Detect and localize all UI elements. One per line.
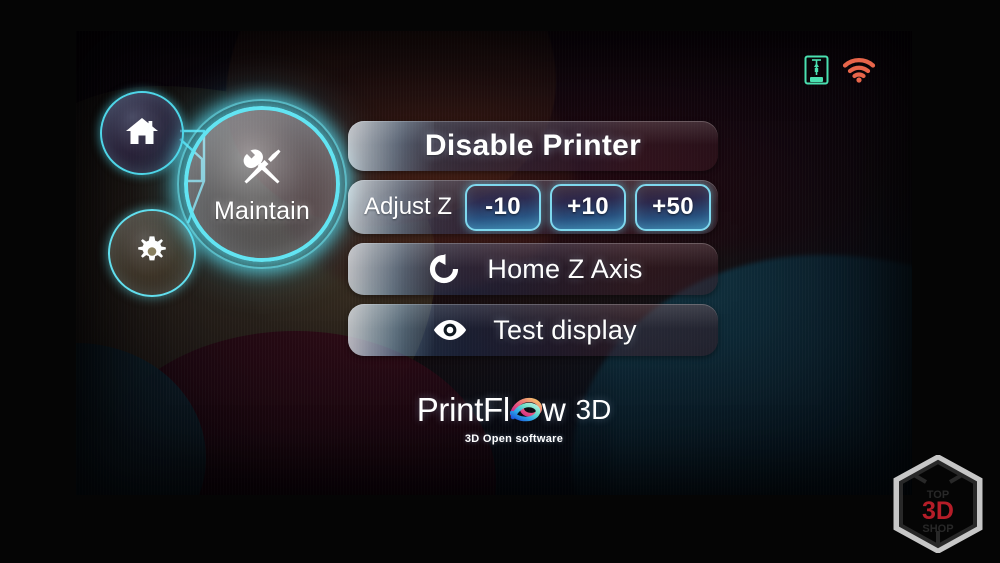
brand-logo: PrintFl w 3D 3D Open software bbox=[96, 391, 912, 445]
z-plus-50-button[interactable]: +50 bbox=[635, 183, 712, 231]
test-display-label: Test display bbox=[493, 314, 637, 345]
brand-wordmark: PrintFl w 3D bbox=[417, 391, 612, 429]
home-z-axis-button[interactable]: Home Z Axis bbox=[348, 243, 718, 295]
brand-name-part2: w bbox=[541, 391, 566, 428]
printer-status-icon[interactable] bbox=[804, 55, 829, 85]
home-icon bbox=[125, 115, 159, 152]
brand-tagline: 3D Open software bbox=[464, 433, 564, 445]
sidebar-item-settings[interactable] bbox=[108, 209, 196, 297]
maintain-label: Maintain bbox=[213, 197, 311, 225]
wifi-icon[interactable] bbox=[842, 57, 876, 83]
tools-icon bbox=[238, 142, 286, 195]
disable-printer-label: Disable Printer bbox=[424, 129, 642, 162]
brand-swirl-icon bbox=[509, 397, 543, 423]
touchscreen-display: Maintain Disable Printer Adjust Z -10 +1… bbox=[76, 31, 912, 495]
brand-name-part1: PrintFl bbox=[416, 391, 511, 428]
screenshot-root: Maintain Disable Printer Adjust Z -10 +1… bbox=[0, 0, 1000, 563]
adjust-z-row: Adjust Z -10 +10 +50 bbox=[348, 180, 718, 234]
sidebar-item-home[interactable] bbox=[100, 91, 184, 175]
disable-printer-button[interactable]: Disable Printer bbox=[348, 121, 718, 171]
adjust-z-label: Adjust Z bbox=[364, 193, 453, 220]
maintain-menu: Disable Printer Adjust Z -10 +10 +50 Hom… bbox=[348, 121, 718, 356]
home-z-axis-label: Home Z Axis bbox=[487, 253, 643, 284]
gear-icon bbox=[135, 234, 169, 273]
eye-icon bbox=[429, 317, 471, 343]
top3dshop-watermark: TOP 3D SHOP bbox=[892, 454, 984, 554]
undo-arrow-icon bbox=[423, 252, 465, 286]
z-minus-10-button[interactable]: -10 bbox=[465, 183, 542, 231]
watermark-line2: 3D bbox=[922, 497, 954, 525]
watermark-line3: SHOP bbox=[922, 523, 953, 535]
z-plus-10-button[interactable]: +10 bbox=[550, 183, 627, 231]
test-display-button[interactable]: Test display bbox=[348, 304, 718, 356]
brand-suffix: 3D bbox=[575, 394, 612, 425]
adjust-z-buttons: -10 +10 +50 bbox=[465, 183, 712, 231]
status-bar bbox=[804, 55, 876, 85]
sidebar-item-maintain[interactable]: Maintain bbox=[177, 99, 347, 269]
